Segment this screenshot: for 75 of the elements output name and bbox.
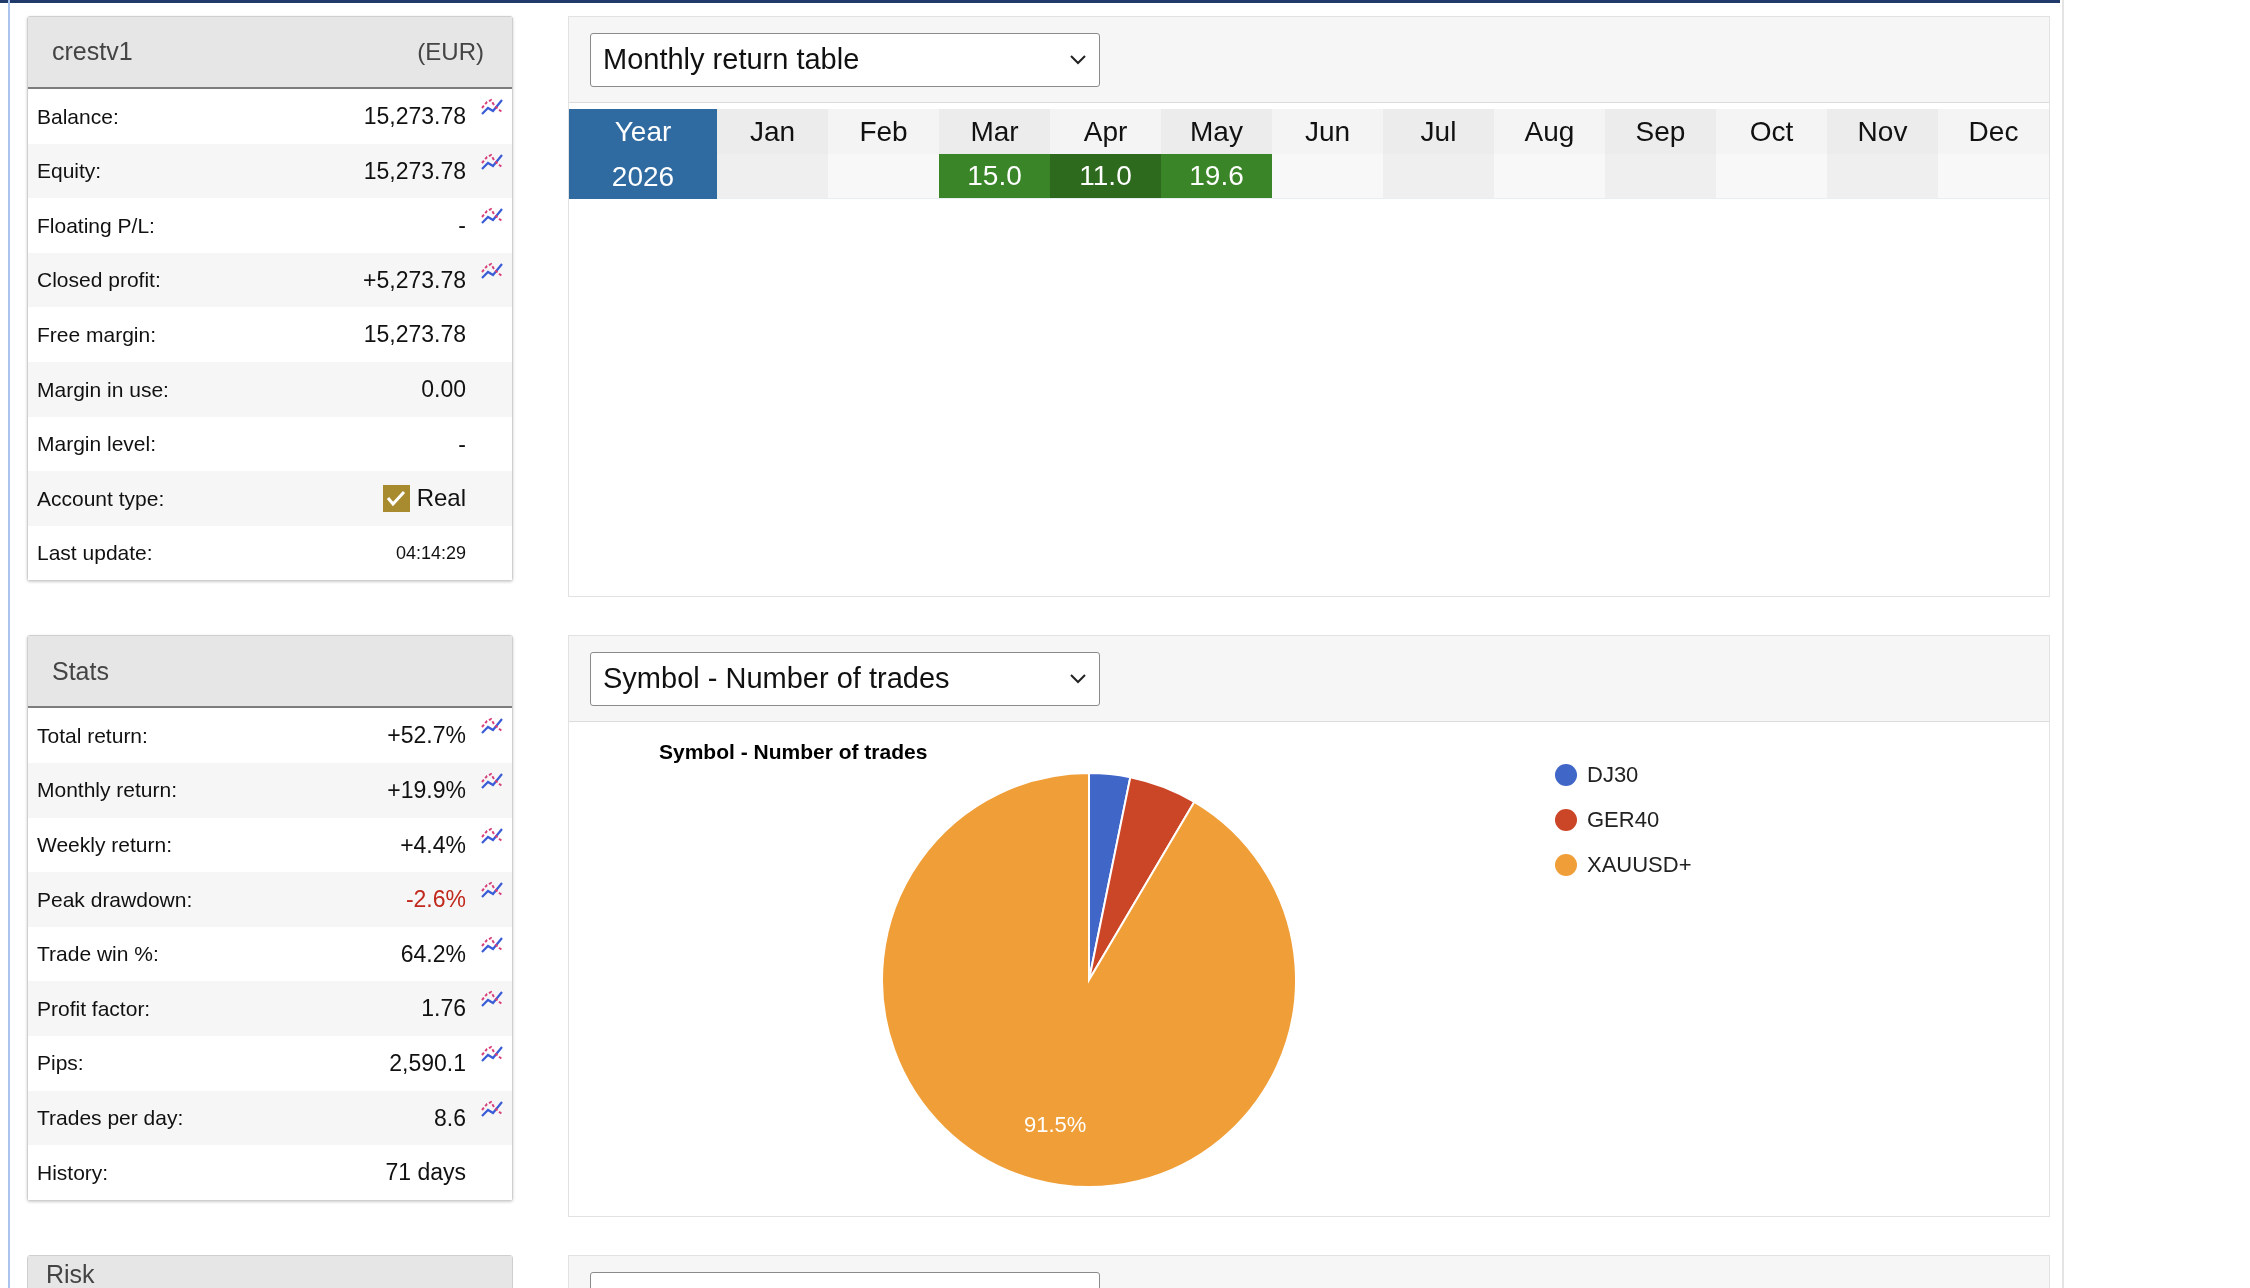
row-label: Account type: — [37, 485, 166, 512]
row-label: Floating P/L: — [37, 212, 156, 239]
row-label: Profit factor: — [37, 995, 152, 1022]
line-chart-icon[interactable] — [480, 825, 504, 846]
row-label: Monthly return: — [37, 777, 179, 804]
line-chart-icon[interactable] — [480, 770, 504, 791]
row-value: 15,273.78 — [363, 156, 466, 186]
column-header: Jan — [717, 109, 828, 154]
column-header: Feb — [828, 109, 939, 154]
row-value: - — [458, 211, 466, 241]
column-header: May — [1161, 109, 1272, 154]
row-label: Pips: — [37, 1050, 85, 1077]
column-header: Sep — [1605, 109, 1716, 154]
line-chart-icon[interactable] — [480, 260, 504, 281]
row-value: 2,590.1 — [389, 1048, 466, 1078]
row-label: Balance: — [37, 103, 120, 130]
line-chart-icon[interactable] — [480, 97, 504, 117]
row-value: 0.00 — [421, 375, 466, 404]
panel-title: crestv1 — [52, 36, 133, 68]
column-header: Mar — [939, 109, 1050, 154]
panel-title: Stats — [52, 655, 109, 687]
legend-label: XAUUSD+ — [1587, 851, 1692, 879]
row-label: Total return: — [37, 722, 149, 749]
currency-label: (EUR) — [417, 37, 485, 67]
row-label: Trade win %: — [37, 941, 160, 968]
line-chart-icon[interactable] — [480, 934, 504, 955]
row-label: Last update: — [37, 540, 154, 567]
row-value: 71 days — [385, 1158, 466, 1188]
row-value: +19.9% — [387, 776, 466, 805]
row-label: Trades per day: — [37, 1105, 185, 1132]
chevron-down-icon — [1069, 672, 1087, 685]
line-chart-icon[interactable] — [480, 1043, 504, 1064]
row-label: Peak drawdown: — [37, 886, 194, 913]
dropdown[interactable]: Symbol - Number of trades — [590, 651, 1100, 706]
row-value: 04:14:29 — [395, 541, 466, 565]
column-header: Apr — [1050, 109, 1161, 154]
row-value: 1.76 — [421, 994, 466, 1024]
line-chart-icon[interactable] — [480, 151, 504, 172]
row-value: +52.7% — [387, 721, 466, 751]
row-value: 64.2% — [400, 939, 466, 969]
checkbox[interactable] — [382, 484, 410, 512]
row-value: +4.4% — [400, 830, 466, 860]
legend-label: GER40 — [1587, 806, 1660, 834]
row-label: Closed profit: — [37, 267, 162, 294]
column-header: Aug — [1494, 109, 1605, 154]
column-header: Jul — [1383, 109, 1494, 154]
legend-label: DJ30 — [1587, 761, 1639, 789]
return-cell: 11.0 — [1050, 154, 1161, 199]
return-cell: 19.6 — [1161, 154, 1272, 199]
row-value: 15,273.78 — [363, 102, 466, 132]
row-value: +5,273.78 — [363, 265, 466, 295]
chart-title: Symbol - Number of trades — [659, 739, 928, 765]
panel-title: Risk — [46, 1261, 95, 1287]
row-value: 15,273.78 — [363, 320, 466, 350]
column-header: Year — [569, 109, 717, 154]
column-header: Oct — [1716, 109, 1827, 154]
account-type-value: Real — [416, 483, 466, 514]
row-label: Equity: — [37, 158, 103, 185]
column-header: Jun — [1272, 109, 1383, 154]
row-value: 8.6 — [434, 1103, 466, 1133]
row-label: Margin in use: — [37, 376, 170, 403]
line-chart-icon[interactable] — [480, 1098, 504, 1119]
row-label: Weekly return: — [37, 832, 173, 859]
row-value: -2.6% — [405, 885, 466, 915]
row-label: History: — [37, 1159, 110, 1186]
dropdown[interactable]: Monthly return table — [590, 32, 1100, 87]
column-header: Dec — [1938, 109, 2049, 154]
slice-label: 91.5% — [1024, 1111, 1087, 1139]
row-label: Margin level: — [37, 431, 158, 458]
row-label: Free margin: — [37, 321, 158, 348]
row-value: - — [458, 429, 466, 459]
year-cell: 2026 — [569, 154, 717, 199]
return-cell: 15.0 — [939, 154, 1050, 199]
column-header: Nov — [1827, 109, 1938, 154]
chevron-down-icon — [1069, 53, 1087, 66]
